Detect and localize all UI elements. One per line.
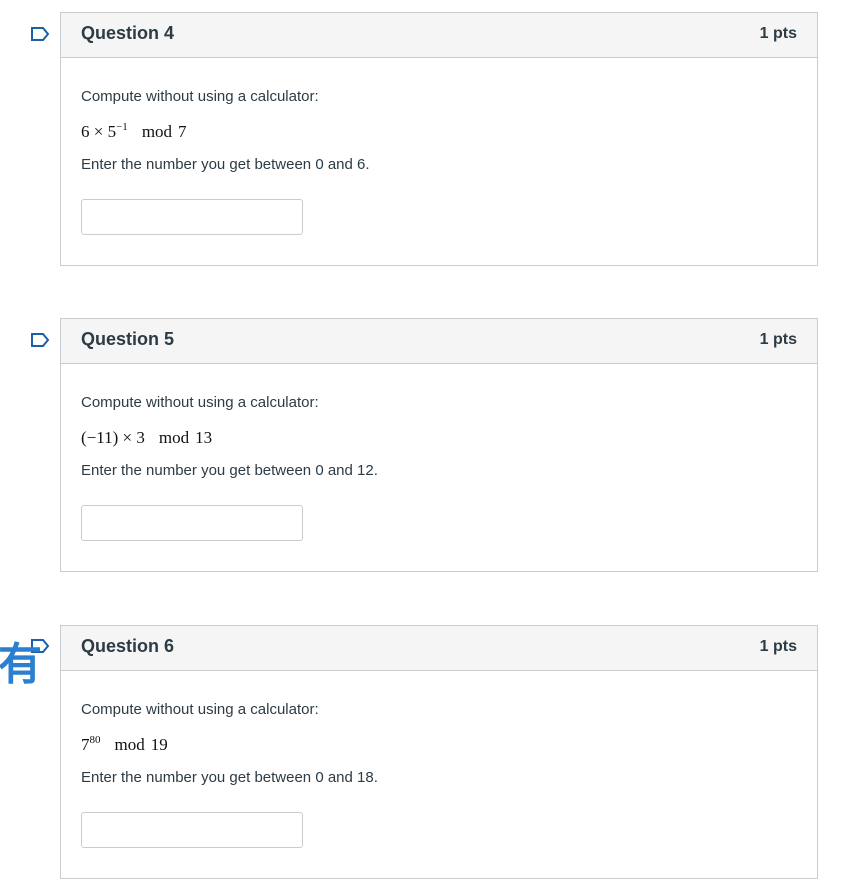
question-header: Question 5 1 pts [61, 319, 817, 364]
math-base: (−11) × 3 [81, 428, 145, 447]
math-expression: 780 mod 19 [81, 734, 797, 755]
math-mod: mod [141, 122, 173, 141]
math-modulus: 13 [195, 428, 213, 447]
question-instruction: Enter the number you get between 0 and 6… [81, 156, 370, 173]
question-instruction: Enter the number you get between 0 and 1… [81, 769, 378, 786]
question-body: Compute without using a calculator: 780 m… [61, 671, 817, 878]
math-modulus: 7 [178, 122, 187, 141]
question-body: Compute without using a calculator: (−11… [61, 364, 817, 571]
flag-question-icon[interactable] [30, 332, 50, 348]
question-body: Compute without using a calculator: 6 × … [61, 58, 817, 265]
math-expression: (−11) × 3 mod 13 [81, 427, 797, 448]
question-instruction: Enter the number you get between 0 and 1… [81, 462, 378, 479]
question-5: Question 5 1 pts Compute without using a… [60, 318, 818, 572]
question-title: Question 5 [81, 329, 175, 349]
question-title: Question 4 [81, 23, 175, 43]
question-prompt: Compute without using a calculator: [81, 394, 319, 411]
math-mod: mod [158, 428, 190, 447]
question-header: Question 4 1 pts [61, 13, 817, 58]
math-exponent: 80 [89, 734, 101, 746]
math-base: 7 [81, 735, 90, 754]
question-points: 1 pts [759, 25, 797, 42]
math-base: 6 × 5 [81, 122, 117, 141]
math-expression: 6 × 5−1 mod 7 [81, 121, 797, 142]
question-prompt: Compute without using a calculator: [81, 88, 319, 105]
question-points: 1 pts [759, 638, 797, 655]
question-title: Question 6 [81, 636, 175, 656]
question-6: Question 6 1 pts Compute without using a… [60, 625, 818, 879]
answer-input[interactable] [81, 199, 303, 235]
question-header: Question 6 1 pts [61, 626, 817, 671]
answer-input[interactable] [81, 505, 303, 541]
math-exponent: −1 [116, 121, 128, 133]
math-modulus: 19 [150, 735, 168, 754]
question-points: 1 pts [759, 331, 797, 348]
math-mod: mod [114, 735, 145, 754]
question-4: Question 4 1 pts Compute without using a… [60, 12, 818, 266]
flag-question-icon[interactable] [30, 26, 50, 42]
answer-input[interactable] [81, 812, 303, 848]
overlay-glyph-icon[interactable]: 有 [0, 640, 42, 690]
question-prompt: Compute without using a calculator: [81, 701, 319, 718]
